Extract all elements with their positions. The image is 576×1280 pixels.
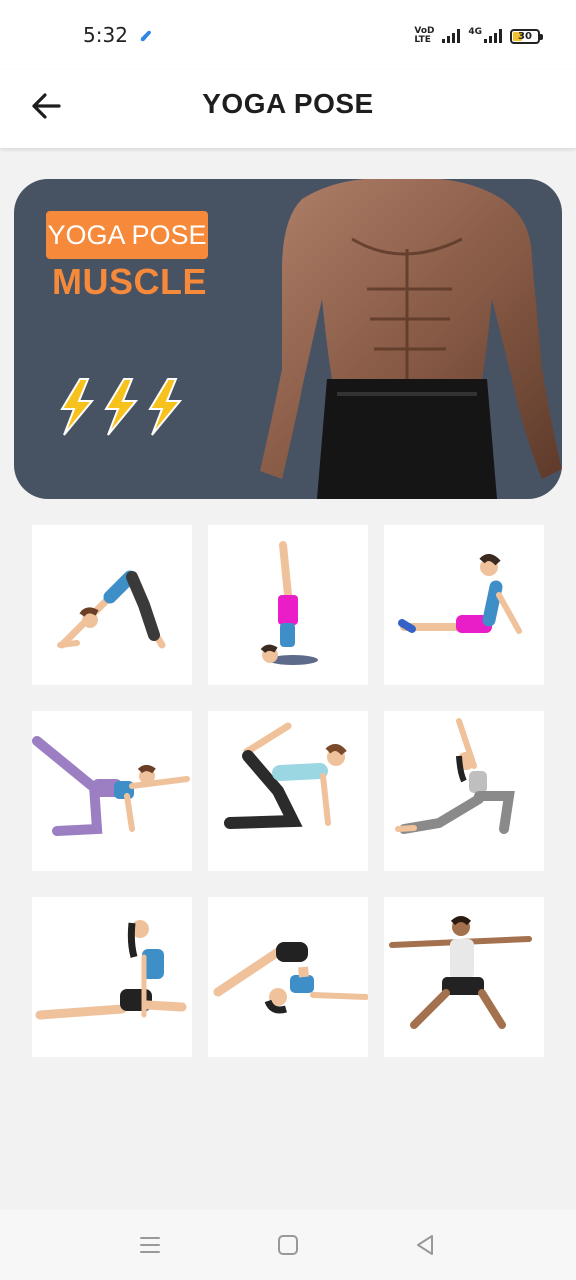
banner-heading: MUSCLE [52, 261, 207, 302]
page-title: YOGA POSE [202, 88, 374, 119]
lightning-bolts [60, 378, 183, 436]
donkey-kick-pose-image [224, 722, 347, 829]
pose-tile[interactable] [208, 711, 368, 871]
menu-button[interactable] [135, 1230, 165, 1260]
back-nav-button[interactable] [410, 1230, 440, 1260]
pose-tile[interactable] [32, 525, 192, 685]
battery-level: 30 [518, 30, 532, 42]
bird-dog-pose-image [32, 736, 190, 836]
muscle-figure-image [260, 179, 562, 499]
shoulder-stand-pose-image [260, 541, 318, 665]
lightning-bolt-icon [148, 378, 183, 436]
app-bar: YOGA POSE [0, 70, 576, 148]
downward-dog-pose-image [57, 570, 166, 649]
lightning-bolt-icon [60, 378, 95, 436]
pose-tile[interactable] [208, 525, 368, 685]
pigeon-pose-image [35, 920, 187, 1020]
cobra-pose-image [398, 554, 522, 634]
pose-tile[interactable] [384, 525, 544, 685]
app-notification-icon [140, 30, 151, 42]
home-button[interactable] [273, 1230, 303, 1260]
back-triangle-icon [417, 1235, 433, 1255]
status-icons: VoD LTE 4G 30 [414, 26, 543, 46]
status-bar: 5:32 VoD LTE 4G 30 [0, 0, 576, 70]
status-time: 5:32 [83, 23, 128, 47]
pose-tile[interactable] [32, 897, 192, 1057]
pose-tile[interactable] [208, 897, 369, 1057]
system-nav-bar [0, 1210, 576, 1280]
pose-tile[interactable] [384, 897, 544, 1057]
battery-icon: 30 [510, 28, 543, 44]
network-type-label: 4G [468, 27, 482, 37]
volte-icon: VoD LTE [414, 26, 435, 45]
pose-tile[interactable] [32, 711, 192, 871]
warrior-two-pose-image [389, 916, 532, 1029]
signal-4g-icon [484, 29, 502, 43]
signal-icon [442, 29, 461, 43]
pose-tile[interactable] [384, 711, 544, 871]
lightning-bolt-icon [104, 378, 139, 436]
banner-tag: YOGA POSE [46, 211, 208, 259]
home-square-icon [278, 1235, 298, 1255]
promo-banner[interactable]: YOGA POSE MUSCLE [14, 179, 562, 499]
plow-pose-image [213, 942, 369, 1014]
menu-icon [140, 1237, 160, 1253]
crescent-lunge-pose-image [395, 718, 515, 834]
